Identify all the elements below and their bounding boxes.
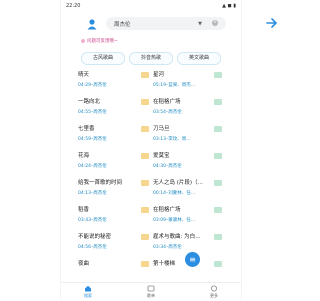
list-item[interactable]: 晴天 04:29–周杰伦	[78, 70, 138, 88]
lyrics-icon[interactable]	[141, 72, 149, 78]
clear-search-icon[interactable]: ×	[212, 20, 218, 26]
song-title: 给我一首歌的时间	[78, 180, 123, 186]
song-meta: 04:56–周杰伦	[78, 245, 107, 250]
song-title: 不能说的秘密	[78, 234, 112, 240]
tab-douyin-hot[interactable]: 抖音热歌	[129, 52, 173, 65]
notice-dot-icon	[81, 38, 85, 43]
lyrics-icon[interactable]	[141, 180, 149, 186]
song-title: 稻香	[78, 207, 90, 213]
tab-ancient-style[interactable]: 古风歌曲	[81, 52, 125, 65]
list-item[interactable]: 在稻格广场 03:54–周杰伦	[153, 97, 213, 115]
bottom-nav: 搜索 歌单 更多	[61, 282, 241, 301]
list-item[interactable]: 花海 04:24–周杰伦	[78, 151, 138, 169]
mv-icon[interactable]	[214, 207, 222, 213]
nav-item-playlist[interactable]: 歌单	[136, 285, 166, 299]
list-item[interactable]: 不能说的秘密 04:56–周杰伦	[78, 232, 138, 250]
status-time: 22:20	[66, 3, 81, 9]
list-item[interactable]: 爱莫宝 04:30–周杰伦	[153, 151, 213, 169]
nav-item-more[interactable]: 更多	[199, 285, 229, 299]
playlist-icon	[147, 285, 155, 292]
playlist-fab-icon[interactable]: ≡	[185, 252, 200, 267]
nav-item-label: 歌单	[147, 293, 155, 298]
song-title: 晴天	[78, 72, 90, 78]
list-item[interactable]: 刀马旦 03:13–李玟、周…	[153, 124, 213, 142]
list-item[interactable]: 稻香 03:43–周杰伦	[78, 205, 138, 223]
song-meta: 03:13–李玟、周…	[153, 137, 191, 142]
song-meta: 03:34–周杰伦	[153, 245, 182, 250]
song-meta: 00:14–刘蒙林、任…	[153, 191, 196, 196]
list-item[interactable]: 星河 05:19–蓝果、周杰…	[153, 70, 213, 88]
song-title: 第十楼梯	[153, 261, 176, 267]
app-screen: 22:20 ▲ ◼ ▮ 周杰伦 ▼ × 问题可反馈哦~ 古风歌曲 抖音热歌 英文…	[60, 0, 278, 301]
nav-item-label: 搜索	[84, 293, 92, 298]
lyrics-icon[interactable]	[141, 99, 149, 105]
lyrics-icon[interactable]	[141, 207, 149, 213]
song-meta: 04:24–周杰伦	[78, 164, 107, 169]
mv-icon[interactable]	[214, 261, 222, 267]
song-meta: 05:19–蓝果、周杰…	[153, 83, 196, 88]
more-icon	[211, 285, 217, 292]
feedback-notice[interactable]: 问题可反馈哦~	[81, 38, 118, 44]
song-title: 七里香	[78, 126, 95, 132]
mv-icon[interactable]	[214, 72, 222, 78]
song-title: 无人之岛 (片段)（…	[153, 180, 204, 186]
home-icon	[85, 285, 91, 292]
song-meta: 04:29–周杰伦	[78, 83, 107, 88]
list-item[interactable]: 一路向北 04:55–周杰伦	[78, 97, 138, 115]
song-title: 爱莫宝	[153, 153, 170, 159]
song-title: 在稻格广场	[153, 99, 181, 105]
status-bar: 22:20 ▲ ◼ ▮	[61, 0, 241, 12]
list-item[interactable]: 雇术与歌曲: 为白… 03:34–周杰伦	[153, 232, 213, 250]
category-tabs: 古风歌曲 抖音热歌 英文歌曲	[61, 52, 241, 65]
notice-text: 问题可反馈哦~	[87, 39, 118, 44]
lyrics-icon[interactable]	[141, 261, 149, 267]
list-item[interactable]: 在稻格广场 03:09–蒙骏林、任…	[153, 205, 213, 223]
song-title: 夜曲	[78, 261, 90, 267]
song-meta: 03:54–周杰伦	[153, 110, 182, 115]
list-item[interactable]: 给我一首歌的时间 04:13–周杰伦	[78, 178, 138, 196]
song-title: 星河	[153, 72, 165, 78]
song-title: 刀马旦	[153, 126, 170, 132]
song-meta: 03:43–周杰伦	[78, 218, 107, 223]
lyrics-icon[interactable]	[141, 126, 149, 132]
source-dropdown-icon[interactable]: ▼	[198, 21, 202, 27]
nav-item-label: 更多	[210, 293, 218, 298]
list-item[interactable]: 七里香 04:59–周杰伦	[78, 124, 138, 142]
song-title: 一路向北	[78, 99, 101, 105]
search-input-value: 周杰伦	[114, 22, 131, 28]
search-input[interactable]: 周杰伦 ▼ ×	[106, 17, 226, 30]
song-title: 在稻格广场	[153, 207, 181, 213]
mv-icon[interactable]	[214, 99, 222, 105]
mv-icon[interactable]	[214, 126, 222, 132]
tab-english-songs[interactable]: 英文歌曲	[177, 52, 221, 65]
lyrics-icon[interactable]	[141, 234, 149, 240]
song-meta: 04:13–周杰伦	[78, 191, 107, 196]
song-meta: 04:55–周杰伦	[78, 110, 107, 115]
song-meta: 03:09–蒙骏林、任…	[153, 218, 196, 223]
song-meta: 04:30–周杰伦	[153, 164, 182, 169]
song-title: 雇术与歌曲: 为白…	[153, 234, 201, 240]
list-item[interactable]: 夜曲	[78, 259, 138, 271]
nav-item-search[interactable]: 搜索	[73, 285, 103, 299]
mv-icon[interactable]	[214, 180, 222, 186]
search-go-arrow-icon[interactable]	[266, 17, 278, 29]
list-item[interactable]: 第十楼梯	[153, 259, 213, 271]
song-title: 花海	[78, 153, 90, 159]
mv-icon[interactable]	[214, 234, 222, 240]
mv-icon[interactable]	[214, 153, 222, 159]
lyrics-icon[interactable]	[141, 153, 149, 159]
status-icons: ▲ ◼ ▮	[222, 3, 236, 9]
user-avatar-icon[interactable]	[86, 18, 98, 30]
song-meta: 04:59–周杰伦	[78, 137, 107, 142]
list-item[interactable]: 无人之岛 (片段)（… 00:14–刘蒙林、任…	[153, 178, 213, 196]
